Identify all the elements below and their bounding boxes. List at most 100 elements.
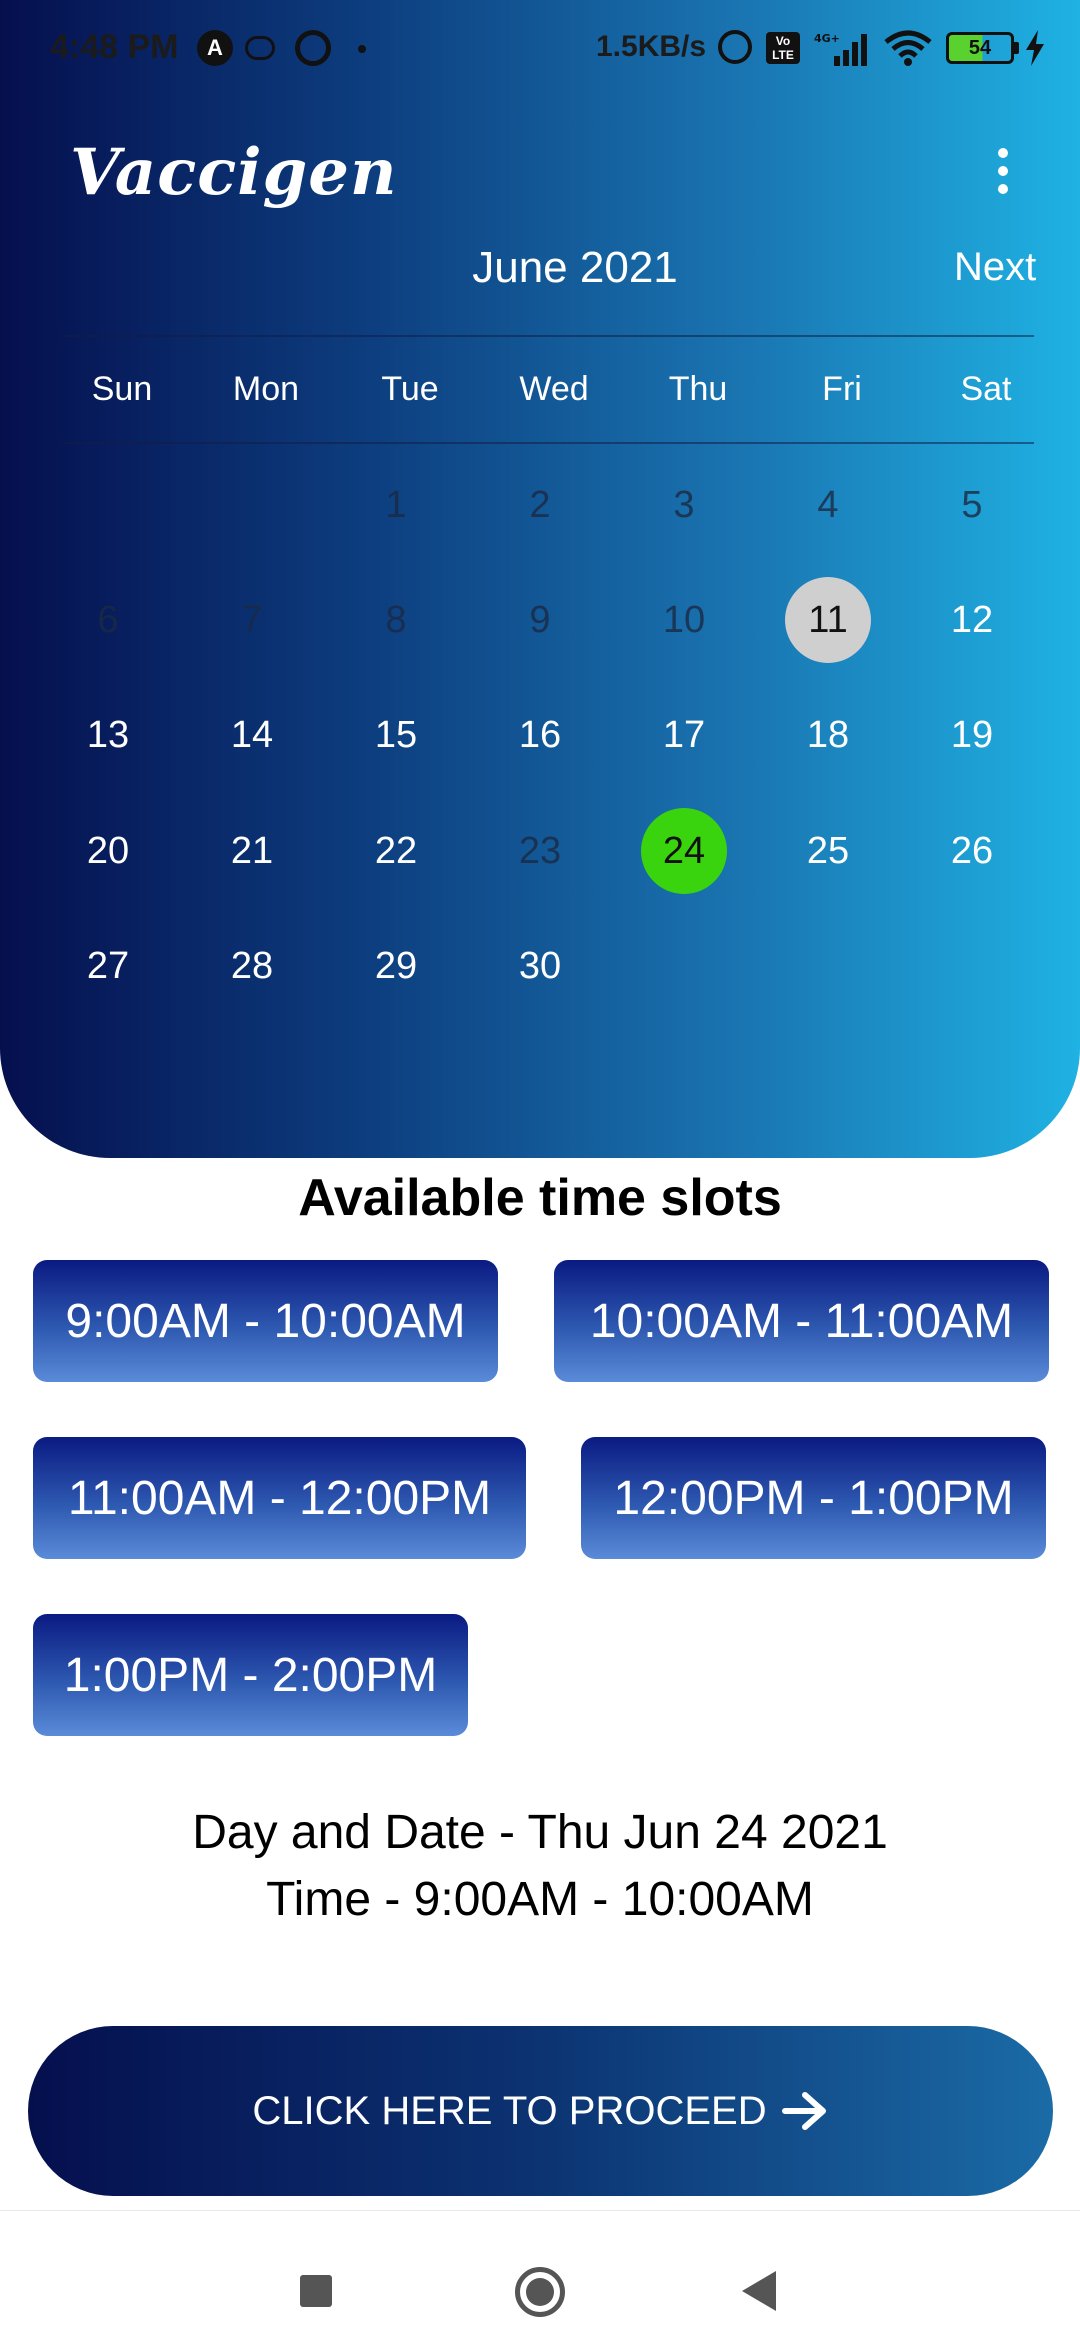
calendar-day[interactable]: 7 xyxy=(180,575,324,665)
home-icon[interactable] xyxy=(515,2267,565,2317)
calendar-day[interactable]: 8 xyxy=(324,575,468,665)
time-slot-button[interactable]: 1:00PM - 2:00PM xyxy=(33,1614,468,1736)
calendar-day-label: 21 xyxy=(230,829,274,872)
calendar-day[interactable]: 14 xyxy=(180,690,324,780)
calendar-day[interactable]: 19 xyxy=(900,690,1044,780)
calendar-day-label: 12 xyxy=(950,598,994,641)
calendar-day-label: 13 xyxy=(86,713,130,756)
wifi-icon xyxy=(884,30,932,66)
calendar-day[interactable]: 29 xyxy=(324,921,468,1011)
selected-date-summary: Day and Date - Thu Jun 24 2021 xyxy=(192,1806,888,1859)
time-slot-button[interactable]: 11:00AM - 12:00PM xyxy=(33,1437,526,1559)
calendar-day[interactable]: 15 xyxy=(324,690,468,780)
calendar-day[interactable]: 24 xyxy=(612,806,756,896)
calendar-day[interactable]: 28 xyxy=(180,921,324,1011)
time-slot-button[interactable]: 10:00AM - 11:00AM xyxy=(554,1260,1049,1382)
calendar-day[interactable]: 9 xyxy=(468,575,612,665)
network-speed: 1.5KB/s xyxy=(596,30,707,63)
calendar-day[interactable]: 13 xyxy=(36,690,180,780)
calendar-day[interactable]: 12 xyxy=(900,575,1044,665)
recents-icon[interactable] xyxy=(300,2275,332,2307)
calendar-week-row: 27 28 29 30 xyxy=(36,921,1046,1011)
calendar-day[interactable]: 4 xyxy=(756,460,900,550)
back-icon[interactable] xyxy=(742,2271,776,2311)
calendar-day[interactable]: 3 xyxy=(612,460,756,550)
calendar-day-label: 27 xyxy=(86,944,130,987)
charging-icon xyxy=(1026,30,1044,66)
weekday-label: Wed xyxy=(519,370,589,408)
calendar-day-label: 1 xyxy=(385,483,407,526)
weekday-label: Sat xyxy=(960,370,1012,408)
calendar-empty-cell xyxy=(900,921,1044,1011)
calendar-empty-cell xyxy=(756,921,900,1011)
calendar-day[interactable]: 17 xyxy=(612,690,756,780)
calendar-day-label: 26 xyxy=(950,829,994,872)
calendar-divider xyxy=(62,442,1034,444)
calendar-day-label: 11 xyxy=(785,577,871,663)
calendar-day[interactable]: 26 xyxy=(900,806,1044,896)
hotspot-icon xyxy=(245,36,275,60)
calendar-day-label: 5 xyxy=(961,483,983,526)
arrow-right-icon xyxy=(781,2092,826,2130)
calendar-day-label: 14 xyxy=(230,713,274,756)
calendar-day-label: 10 xyxy=(662,598,706,641)
calendar-day-label: 30 xyxy=(518,944,562,987)
svg-text:4G+: 4G+ xyxy=(814,32,840,45)
calendar-day[interactable]: 11 xyxy=(756,575,900,665)
battery-icon: 54 xyxy=(946,32,1014,64)
calendar-day-label: 6 xyxy=(97,598,119,641)
proceed-button[interactable]: CLICK HERE TO PROCEED xyxy=(28,2026,1053,2196)
volte-icon: Vo LTE xyxy=(766,32,800,64)
calendar-day[interactable]: 20 xyxy=(36,806,180,896)
calendar-day-label: 9 xyxy=(529,598,551,641)
calendar-day-label: 22 xyxy=(374,829,418,872)
month-title: June 2021 xyxy=(472,243,678,292)
calendar-empty-cell xyxy=(612,921,756,1011)
calendar-day[interactable]: 5 xyxy=(900,460,1044,550)
calendar-day[interactable]: 21 xyxy=(180,806,324,896)
slots-heading: Available time slots xyxy=(298,1169,782,1227)
calendar-day-label: 25 xyxy=(806,829,850,872)
time-slot-button[interactable]: 12:00PM - 1:00PM xyxy=(581,1437,1046,1559)
calendar-empty-cell xyxy=(36,460,180,550)
calendar-day-label: 20 xyxy=(86,829,130,872)
calendar-week-row: 1 2 3 4 5 xyxy=(36,460,1046,550)
weekday-label: Thu xyxy=(668,370,728,408)
weekday-header: Sun Mon Tue Wed Thu Fri Sat xyxy=(50,370,1050,409)
calendar-day-label: 17 xyxy=(662,713,706,756)
calendar-day[interactable]: 1 xyxy=(324,460,468,550)
app-logo: Vaccigen xyxy=(70,135,398,210)
calendar-day-label: 19 xyxy=(950,713,994,756)
calendar-day[interactable]: 23 xyxy=(468,806,612,896)
calendar-day[interactable]: 30 xyxy=(468,921,612,1011)
calendar-day-label: 28 xyxy=(230,944,274,987)
calendar-day-label: 16 xyxy=(518,713,562,756)
calendar-day-label: 18 xyxy=(806,713,850,756)
calendar-day[interactable]: 27 xyxy=(36,921,180,1011)
proceed-label: CLICK HERE TO PROCEED xyxy=(252,2088,767,2133)
calendar-day[interactable]: 16 xyxy=(468,690,612,780)
calendar-day-label: 15 xyxy=(374,713,418,756)
calendar-day[interactable]: 2 xyxy=(468,460,612,550)
calendar-day[interactable]: 18 xyxy=(756,690,900,780)
calendar-day[interactable]: 25 xyxy=(756,806,900,896)
time-slot-button[interactable]: 9:00AM - 10:00AM xyxy=(33,1260,498,1382)
signal-icon: 4G+ xyxy=(814,32,867,66)
do-not-disturb-icon xyxy=(295,30,331,66)
alarm-icon xyxy=(718,30,752,64)
battery-tip-icon xyxy=(1014,42,1019,54)
weekday-label: Tue xyxy=(381,370,439,408)
calendar-day[interactable]: 6 xyxy=(36,575,180,665)
calendar-day-label: 2 xyxy=(529,483,551,526)
next-month-button[interactable]: Next xyxy=(954,245,1036,290)
weekday-label: Mon xyxy=(232,370,300,408)
calendar-divider xyxy=(62,335,1034,337)
calendar-week-row: 6 7 8 9 10 11 12 xyxy=(36,575,1046,665)
app-notification-icon: A xyxy=(197,30,233,66)
calendar-day[interactable]: 22 xyxy=(324,806,468,896)
calendar-empty-cell xyxy=(180,460,324,550)
overflow-menu-icon[interactable] xyxy=(990,148,1016,198)
calendar-day[interactable]: 10 xyxy=(612,575,756,665)
calendar-day-label: 8 xyxy=(385,598,407,641)
weekday-label: Sun xyxy=(91,370,153,408)
